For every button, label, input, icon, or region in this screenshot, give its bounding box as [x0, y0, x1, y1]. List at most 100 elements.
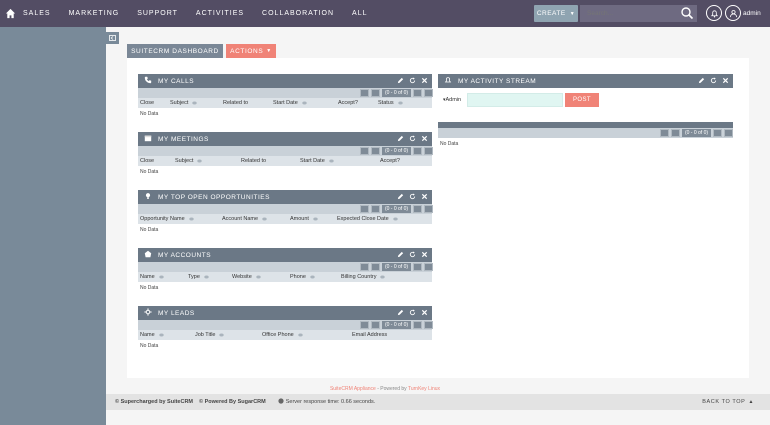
tab-suitecrm-dashboard[interactable]: SUITECRM DASHBOARD	[127, 44, 223, 58]
last-page-button[interactable]	[424, 147, 433, 155]
supercharged-by-suitecrm[interactable]: © Supercharged by SuiteCRM	[115, 399, 193, 405]
dashlet-header: MY CALLS	[138, 74, 432, 88]
previous-page-button[interactable]	[671, 129, 680, 137]
column-header[interactable]: Phone	[290, 274, 315, 280]
column-header[interactable]: Start Date	[273, 100, 307, 106]
edit-pencil-icon[interactable]	[397, 309, 404, 318]
close-icon[interactable]	[421, 193, 428, 202]
sort-icon	[204, 275, 209, 279]
first-page-button[interactable]	[360, 263, 369, 271]
next-page-button[interactable]	[413, 321, 422, 329]
dashlet-header: MY LEADS	[138, 306, 432, 320]
column-header[interactable]: Name	[140, 332, 164, 338]
first-page-button[interactable]	[360, 89, 369, 97]
column-header[interactable]: Close	[140, 158, 154, 164]
edit-pencil-icon[interactable]	[397, 251, 404, 260]
column-header[interactable]: Amount	[290, 216, 318, 222]
next-page-button[interactable]	[413, 89, 422, 97]
close-icon[interactable]	[722, 77, 729, 86]
column-header[interactable]: Opportunity Name	[140, 216, 194, 222]
column-header[interactable]: Related to	[241, 158, 266, 164]
edit-pencil-icon[interactable]	[397, 135, 404, 144]
column-header[interactable]: Name	[140, 274, 164, 280]
refresh-icon[interactable]	[409, 309, 416, 318]
last-page-button[interactable]	[424, 205, 433, 213]
nav-marketing[interactable]: MARKETING	[69, 10, 120, 17]
previous-page-button[interactable]	[371, 263, 380, 271]
nav-activities[interactable]: ACTIVITIES	[196, 10, 244, 17]
next-page-button[interactable]	[713, 129, 722, 137]
refresh-icon[interactable]	[409, 193, 416, 202]
back-to-top-link[interactable]: BACK TO TOP ▲	[702, 399, 754, 405]
previous-page-button[interactable]	[371, 205, 380, 213]
column-header[interactable]: Email Address	[352, 332, 387, 338]
column-header-row: Opportunity Name Account Name Amount Exp…	[138, 214, 432, 224]
column-header[interactable]: Expected Close Date	[337, 216, 398, 222]
previous-page-button[interactable]	[371, 321, 380, 329]
dashlet-header: MY MEETINGS	[138, 132, 432, 146]
last-page-button[interactable]	[724, 129, 733, 137]
edit-pencil-icon[interactable]	[397, 77, 404, 86]
turnkey-linux-link[interactable]: TurnKey Linux	[408, 386, 440, 392]
close-icon[interactable]	[421, 77, 428, 86]
first-page-button[interactable]	[360, 205, 369, 213]
next-page-button[interactable]	[413, 147, 422, 155]
pagination-bar: (0 - 0 of 0)	[138, 204, 433, 214]
pagination-count: (0 - 0 of 0)	[682, 129, 711, 137]
column-header[interactable]: Start Date	[300, 158, 334, 164]
activity-post-input[interactable]	[467, 93, 563, 107]
pagination-count: (0 - 0 of 0)	[382, 263, 411, 271]
previous-page-button[interactable]	[371, 147, 380, 155]
close-icon[interactable]	[421, 135, 428, 144]
refresh-icon[interactable]	[710, 77, 717, 86]
nav-all[interactable]: ALL	[352, 10, 367, 17]
close-icon[interactable]	[421, 309, 428, 318]
create-button[interactable]: CREATE ▼	[534, 5, 578, 22]
column-header[interactable]: Account Name	[222, 216, 267, 222]
column-header[interactable]: Subject	[175, 158, 203, 164]
column-header[interactable]: Related to	[223, 100, 248, 106]
edit-pencil-icon[interactable]	[397, 193, 404, 202]
last-page-button[interactable]	[424, 89, 433, 97]
user-avatar-icon[interactable]	[725, 5, 741, 21]
powered-by-sugarcrm[interactable]: © Powered By SugarCRM	[199, 399, 266, 405]
column-header[interactable]: Billing Country	[341, 274, 386, 280]
first-page-button[interactable]	[360, 321, 369, 329]
refresh-icon[interactable]	[409, 135, 416, 144]
notification-bell-icon[interactable]	[706, 5, 722, 21]
first-page-button[interactable]	[660, 129, 669, 137]
previous-page-button[interactable]	[371, 89, 380, 97]
edit-pencil-icon[interactable]	[698, 77, 705, 86]
nav-collaboration[interactable]: COLLABORATION	[262, 10, 334, 17]
column-header[interactable]: Accept?	[338, 100, 358, 106]
column-header[interactable]: Website	[232, 274, 261, 280]
column-header[interactable]: Type	[188, 274, 209, 280]
post-button[interactable]: POST	[565, 93, 599, 107]
sort-icon	[298, 333, 303, 337]
refresh-icon[interactable]	[409, 251, 416, 260]
column-header[interactable]: Office Phone	[262, 332, 303, 338]
sort-icon	[158, 275, 164, 279]
next-page-button[interactable]	[413, 205, 422, 213]
home-icon[interactable]	[2, 0, 18, 27]
refresh-icon[interactable]	[409, 77, 416, 86]
column-header[interactable]: Subject	[170, 100, 198, 106]
search-icon[interactable]	[680, 6, 694, 20]
calendar-icon	[144, 134, 152, 144]
sidebar-collapse-button[interactable]	[106, 32, 119, 44]
close-icon[interactable]	[421, 251, 428, 260]
last-page-button[interactable]	[424, 321, 433, 329]
nav-support[interactable]: SUPPORT	[137, 10, 178, 17]
next-page-button[interactable]	[413, 263, 422, 271]
column-header[interactable]: Close	[140, 100, 154, 106]
dashlet-header: MY TOP OPEN OPPORTUNITIES	[138, 190, 432, 204]
nav-sales[interactable]: SALES	[23, 10, 51, 17]
username-label[interactable]: admin	[743, 10, 761, 17]
column-header[interactable]: Job Title	[195, 332, 225, 338]
column-header[interactable]: Status	[378, 100, 403, 106]
last-page-button[interactable]	[424, 263, 433, 271]
column-header[interactable]: Accept?	[380, 158, 400, 164]
actions-dropdown-button[interactable]: ACTIONS ▼	[226, 44, 276, 58]
first-page-button[interactable]	[360, 147, 369, 155]
suitecrm-appliance-link[interactable]: SuiteCRM Appliance	[330, 386, 376, 392]
